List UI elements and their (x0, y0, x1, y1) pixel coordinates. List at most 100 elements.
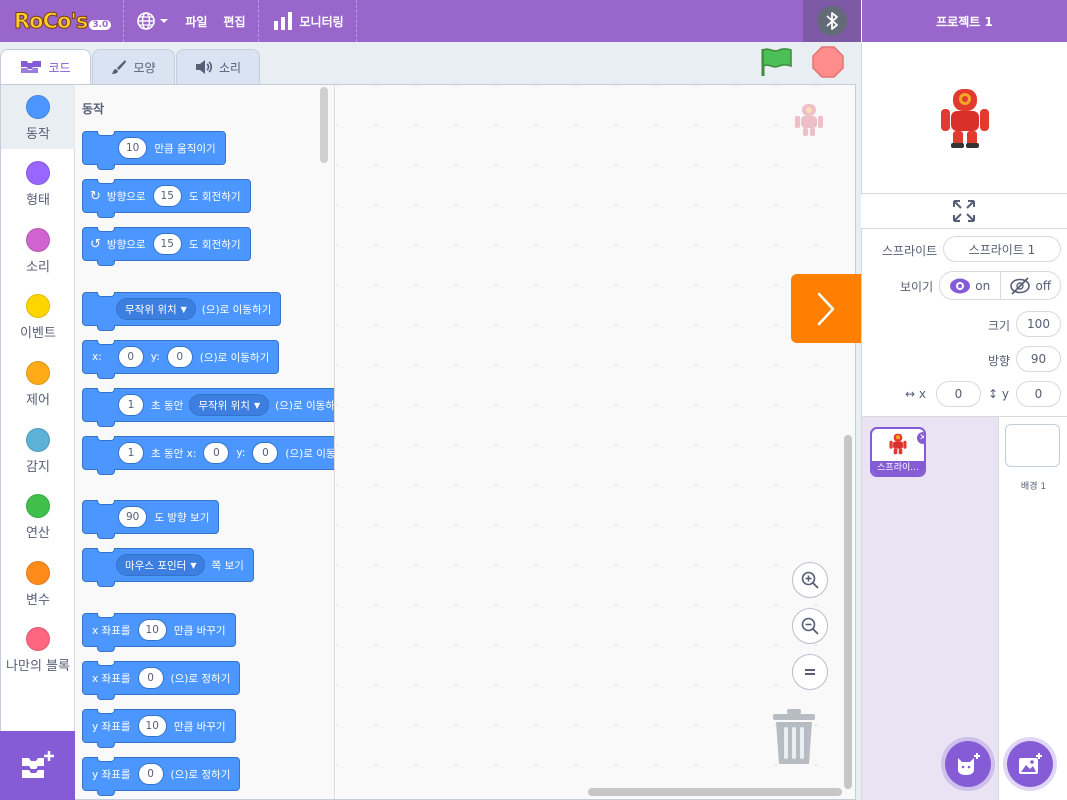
tab-sounds[interactable]: 소리 (176, 49, 260, 84)
block-input[interactable]: 10 (137, 715, 167, 737)
zoom-out-button[interactable] (792, 608, 828, 644)
sprite-name-field[interactable]: 스프라이트 1 (943, 236, 1061, 262)
roco-logo[interactable]: RoCo's 3.0 (13, 9, 112, 34)
block-input[interactable]: 0 (117, 346, 144, 368)
block-dropdown[interactable]: 무작위 위치 ▼ (116, 298, 196, 320)
stop-button[interactable] (812, 46, 844, 78)
block-turn-right[interactable]: ↻ 방향으로 15 도 회전하기 (82, 179, 251, 218)
zoom-reset-button[interactable] (792, 654, 828, 690)
block-input[interactable]: 15 (152, 233, 182, 255)
block-change-x[interactable]: x 좌표를 10 만큼 바꾸기 (82, 613, 236, 652)
palette-section-title: 동작 (82, 102, 105, 116)
show-on-button[interactable]: on (940, 272, 1001, 299)
block-notch (97, 548, 115, 553)
category-variables[interactable]: 변수 (1, 551, 75, 615)
block-set-x[interactable]: x 좌표를 0 (으)로 정하기 (82, 661, 241, 700)
language-menu[interactable] (136, 11, 169, 31)
block-input[interactable]: 0 (252, 442, 279, 464)
block-goto[interactable]: 무작위 위치 ▼ (으)로 이동하기 (82, 292, 282, 331)
workspace-horizontal-scrollbar[interactable] (588, 788, 842, 796)
x-position-field[interactable]: 0 (936, 381, 981, 407)
direction-field[interactable]: 90 (1016, 346, 1061, 372)
category-dot (26, 494, 50, 518)
category-looks[interactable]: 형태 (1, 151, 75, 215)
category-events[interactable]: 이벤트 (1, 284, 75, 348)
green-flag-button[interactable] (759, 46, 793, 78)
block-input[interactable]: 15 (152, 185, 182, 207)
trash-can[interactable] (771, 708, 817, 769)
block-turn-left[interactable]: ↺ 방향으로 15 도 회전하기 (82, 227, 251, 266)
block-set-y[interactable]: y 좌표를 0 (으)로 정하기 (82, 757, 241, 796)
code-workspace[interactable] (336, 85, 855, 799)
block-glide[interactable]: 1 초 동안 무작위 위치 ▼ (으)로 이동하기 (82, 388, 334, 427)
block-notch (97, 613, 115, 618)
edit-menu[interactable]: 편집 (223, 13, 245, 30)
app-root: RoCo's 3.0 파일 편집 모니터링 프로젝트 1 코드 모양 소리 동작… (0, 0, 1067, 800)
dropdown-value: 무작위 위치 (198, 399, 250, 412)
block-input[interactable]: 10 (137, 619, 167, 641)
block-text: (으)로 이동하기 (199, 351, 270, 364)
tab-costumes[interactable]: 모양 (92, 49, 175, 84)
stage-preview[interactable] (861, 42, 1067, 193)
dropdown-value: 무작위 위치 (125, 303, 177, 316)
block-text: 만큼 바꾸기 (173, 720, 226, 733)
file-menu[interactable]: 파일 (185, 13, 207, 30)
y-position-field[interactable]: 0 (1016, 381, 1061, 407)
show-on-label: on (975, 278, 991, 293)
category-operators[interactable]: 연산 (1, 484, 75, 548)
workspace-sprite-thumbnail (794, 103, 824, 140)
category-sound[interactable]: 소리 (1, 218, 75, 282)
cat-add-icon (958, 753, 980, 775)
sprite-tile[interactable]: ✕ 스프라이... (870, 427, 926, 477)
category-my-blocks[interactable]: 나만의 블록 (1, 617, 75, 681)
expand-panel-button[interactable] (791, 274, 861, 343)
block-input[interactable]: 0 (137, 667, 164, 689)
block-input[interactable]: 0 (137, 763, 164, 785)
category-label: 감지 (26, 460, 50, 475)
tab-costumes-label: 모양 (133, 60, 156, 75)
size-field[interactable]: 100 (1016, 311, 1061, 337)
palette-scrollbar[interactable] (320, 87, 328, 163)
menu-divider (123, 0, 125, 42)
block-text: y: (150, 351, 160, 363)
category-dot (26, 428, 50, 452)
block-palette: 동작 10 만큼 움직이기 ↻ 방향으로 15 도 회전하기 ↺ 방향으로 15… (75, 85, 335, 799)
visibility-toggle: on off (939, 271, 1061, 300)
block-notch (97, 179, 115, 184)
add-backdrop-button[interactable] (1007, 741, 1053, 787)
block-input[interactable]: 0 (203, 442, 230, 464)
workspace-vertical-scrollbar[interactable] (844, 435, 852, 789)
menu-divider (355, 0, 357, 42)
block-dropdown[interactable]: 마우스 포인터 ▼ (116, 554, 206, 576)
block-input[interactable]: 90 (118, 506, 148, 528)
block-goto-xy[interactable]: x: 0 y: 0 (으)로 이동하기 (82, 340, 280, 379)
block-input[interactable]: 10 (118, 137, 148, 159)
backdrop-thumbnail[interactable] (1005, 424, 1060, 467)
category-dot (26, 294, 50, 318)
block-input[interactable]: 1 (118, 394, 144, 416)
block-input[interactable]: 0 (166, 346, 193, 368)
fullscreen-icon[interactable] (952, 199, 976, 223)
block-glide-xy[interactable]: 1 초 동안 x: 0 y: 0 (으)로 이동하기 (82, 436, 334, 475)
block-point-towards[interactable]: 마우스 포인터 ▼ 쪽 보기 (82, 548, 254, 587)
delete-sprite-icon[interactable]: ✕ (916, 431, 924, 445)
show-off-button[interactable]: off (1001, 272, 1061, 299)
category-motion[interactable]: 동작 (1, 85, 75, 149)
block-dropdown[interactable]: 무작위 위치 ▼ (189, 394, 270, 416)
tab-code[interactable]: 코드 (0, 49, 91, 84)
block-input[interactable]: 1 (118, 442, 144, 464)
block-move-steps[interactable]: 10 만큼 움직이기 (82, 131, 226, 170)
bluetooth-button[interactable] (803, 0, 861, 42)
block-change-y[interactable]: y 좌표를 10 만큼 바꾸기 (82, 709, 236, 748)
monitoring-menu[interactable]: 모니터링 (273, 12, 344, 30)
category-control[interactable]: 제어 (1, 351, 75, 415)
project-title[interactable]: 프로젝트 1 (861, 0, 1067, 42)
robot-sprite-icon (795, 104, 823, 136)
category-sensing[interactable]: 감지 (1, 418, 75, 482)
add-sprite-button[interactable] (945, 741, 991, 787)
zoom-in-button[interactable] (792, 562, 828, 598)
add-extension-button[interactable] (0, 731, 75, 800)
category-label: 소리 (26, 260, 50, 275)
block-tab (97, 581, 115, 587)
block-point-direction[interactable]: 90 도 방향 보기 (82, 500, 220, 539)
